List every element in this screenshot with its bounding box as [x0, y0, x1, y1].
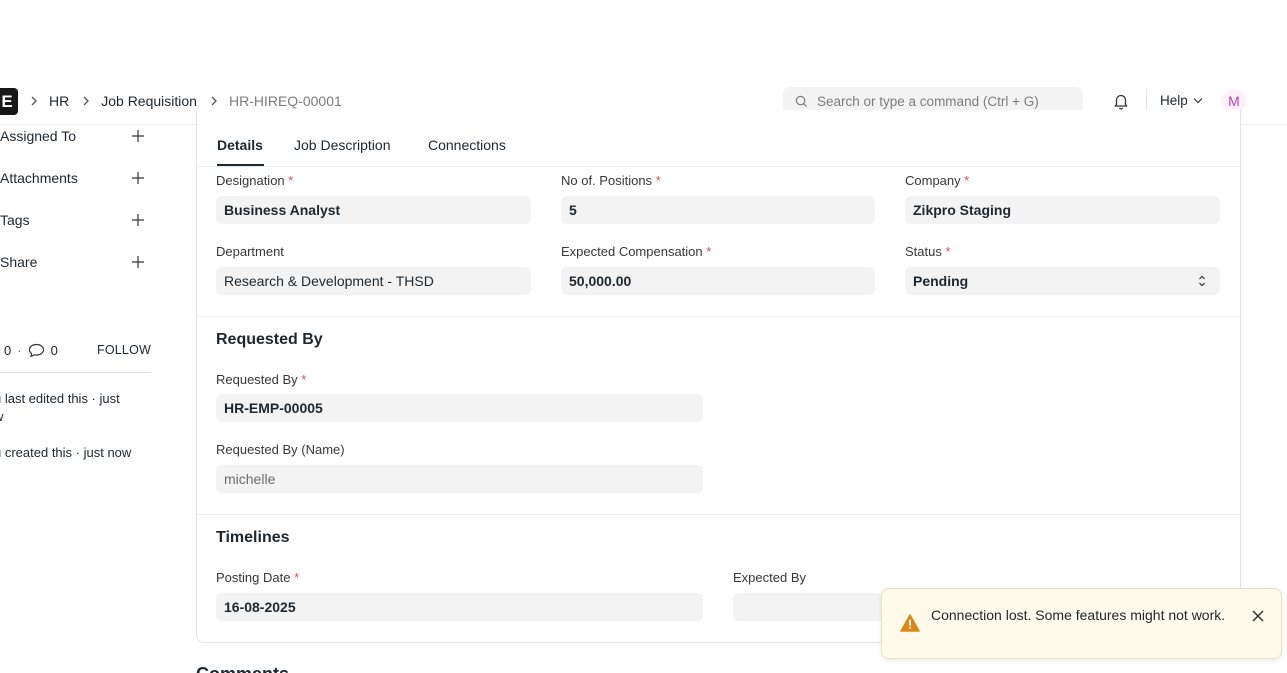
requested-by-field[interactable]: HR-EMP-00005 [216, 394, 703, 422]
likes-count[interactable]: 0 [4, 343, 11, 358]
status-select[interactable]: Pending [905, 267, 1220, 295]
tab-details[interactable]: Details [217, 137, 263, 153]
compensation-label: Expected Compensation * [561, 244, 712, 259]
section-divider [197, 514, 1240, 515]
warning-icon [900, 614, 920, 632]
activity-line: u created this · just now [0, 445, 132, 460]
requested-by-name-label: Requested By (Name) [216, 442, 345, 457]
breadcrumb-current: HR-HIREQ-00001 [228, 93, 342, 109]
requested-by-label: Requested By * [216, 372, 307, 387]
company-label: Company * [905, 173, 970, 188]
comments-heading: Comments [196, 664, 289, 673]
activity-created: u created this · just now [0, 444, 131, 462]
search-placeholder: Search or type a command (Ctrl + G) [817, 93, 1039, 109]
status-label: Status * [905, 244, 951, 259]
company-field[interactable]: Zikpro Staging [905, 196, 1220, 224]
requested-by-name-field: michelle [216, 465, 703, 493]
follow-button[interactable]: FOLLOW [97, 343, 151, 357]
breadcrumb-job-requisition[interactable]: Job Requisition [101, 93, 197, 109]
designation-field[interactable]: Business Analyst [216, 196, 531, 224]
plus-icon[interactable] [131, 255, 145, 269]
sidebar-item-share[interactable]: Share [0, 252, 150, 272]
chevron-down-icon [1193, 98, 1203, 104]
positions-field[interactable]: 5 [561, 196, 875, 224]
app-logo[interactable]: E [0, 88, 18, 115]
chevron-right-icon [82, 94, 92, 109]
sidebar-item-assigned-to[interactable]: Assigned To [0, 126, 150, 146]
breadcrumb: HR Job Requisition HR-HIREQ-00001 [30, 91, 355, 111]
section-divider [197, 316, 1240, 317]
sidebar-divider [0, 372, 151, 373]
expected-by-label: Expected By [733, 570, 806, 585]
chevron-right-icon [210, 94, 220, 109]
help-dropdown[interactable]: Help [1160, 93, 1203, 108]
active-tab-indicator [217, 164, 264, 166]
compensation-field[interactable]: 50,000.00 [561, 267, 875, 295]
notification-bell-icon[interactable] [1112, 92, 1130, 110]
sidebar-item-label: Assigned To [0, 128, 77, 144]
tab-connections[interactable]: Connections [428, 137, 506, 153]
posting-date-label: Posting Date * [216, 570, 300, 585]
sidebar-item-label: Tags [0, 212, 30, 228]
plus-icon[interactable] [131, 129, 145, 143]
help-label: Help [1160, 93, 1188, 108]
posting-date-field[interactable]: 16-08-2025 [216, 593, 703, 621]
select-arrows-icon [1199, 275, 1205, 287]
status-value: Pending [913, 273, 969, 289]
sidebar-item-label: Share [0, 254, 38, 270]
activity-edited: u last edited this · just w [0, 390, 120, 426]
chevron-right-icon [30, 94, 40, 109]
doc-stats: 0 · 0 FOLLOW [4, 340, 151, 360]
breadcrumb-hr[interactable]: HR [49, 93, 69, 109]
designation-label: Designation * [216, 173, 294, 188]
department-label: Department [216, 244, 284, 259]
department-field[interactable]: Research & Development - THSD [216, 267, 531, 295]
tab-job-description[interactable]: Job Description [294, 137, 391, 153]
comment-icon[interactable] [28, 343, 45, 358]
close-icon[interactable] [1251, 609, 1265, 623]
toast-message: Connection lost. Some features might not… [931, 607, 1226, 623]
comments-count: 0 [50, 342, 58, 358]
stat-separator: · [17, 342, 22, 358]
form-tabs: Details Job Description Connections [196, 126, 1241, 167]
sidebar-item-tags[interactable]: Tags [0, 210, 150, 230]
connection-lost-toast: Connection lost. Some features might not… [881, 588, 1282, 659]
form-card [196, 110, 1241, 643]
activity-line: w [0, 408, 120, 426]
sidebar-item-label: Attachments [0, 170, 78, 186]
positions-label: No of. Positions * [561, 173, 661, 188]
section-title-requested-by: Requested By [216, 331, 323, 348]
sidebar-item-attachments[interactable]: Attachments [0, 168, 150, 188]
search-icon [795, 95, 808, 107]
plus-icon[interactable] [131, 171, 145, 185]
section-title-timelines: Timelines [216, 529, 290, 546]
activity-line: u last edited this · just [0, 391, 120, 406]
plus-icon[interactable] [131, 213, 145, 227]
